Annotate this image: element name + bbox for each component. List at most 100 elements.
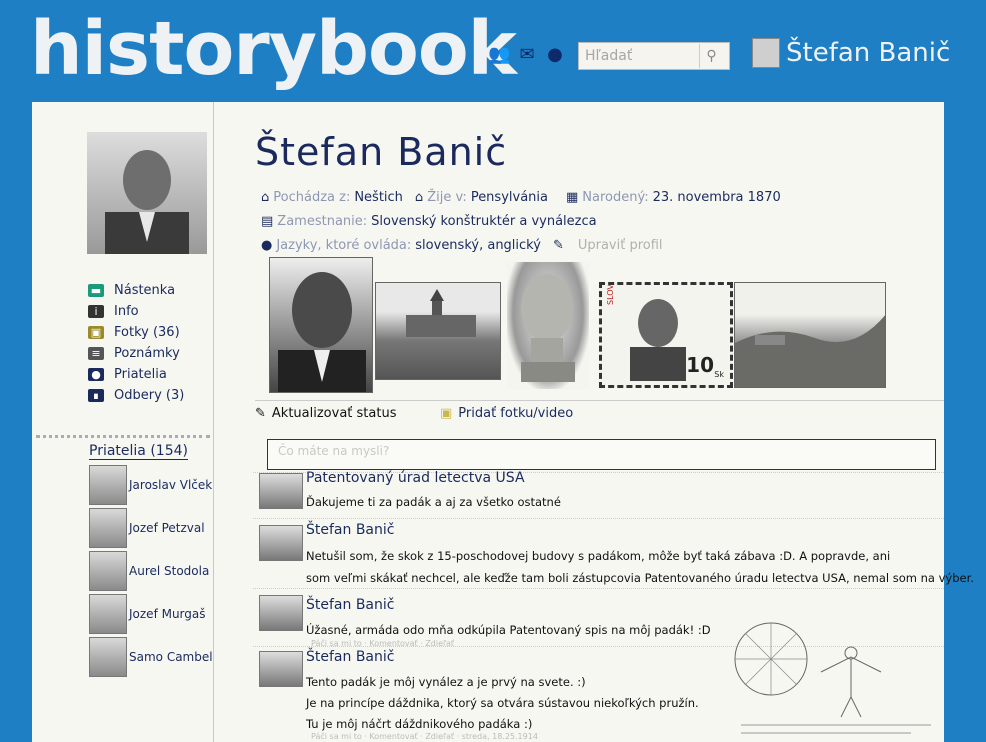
friends-title[interactable]: Priatelia (154) — [89, 443, 188, 460]
profile-page: ▬ Nástenka i Info ▣ Fotky (36) ≡ Poznámky ● P… — [32, 102, 974, 742]
sidebar-item-label: Fotky (36) — [114, 325, 180, 340]
update-status-label: Aktualizovať status — [271, 406, 397, 421]
post-author[interactable]: Štefan Banič — [306, 597, 394, 613]
header-user-name[interactable]: Štefan Banič — [786, 38, 950, 68]
post-avatar[interactable] — [259, 651, 303, 687]
sidebar-item-friends[interactable]: ● Priatelia — [88, 364, 184, 385]
friend-name[interactable]: Samo Cambel — [129, 650, 213, 664]
photo-castle[interactable] — [375, 282, 501, 380]
friend-item[interactable]: Samo Cambel — [89, 635, 213, 678]
stamp-unit: Sk — [714, 370, 724, 379]
lives-value[interactable]: Pensylvánia — [471, 190, 548, 205]
bust-image — [521, 274, 575, 382]
info-row-languages: ● Jazyky, ktoré ovláda: slovenský, angli… — [261, 238, 663, 253]
photo-stamp[interactable]: SLOVENSKO 10 Sk — [599, 282, 733, 388]
post-text: Úžasné, armáda odo mňa odkúpila Patentov… — [306, 623, 711, 637]
photo-landscape[interactable] — [734, 282, 886, 388]
friend-photo — [89, 464, 127, 505]
search-box: ⚲ — [578, 42, 730, 70]
friend-name[interactable]: Jozef Petzval — [129, 521, 205, 535]
sidebar: ▬ Nástenka i Info ▣ Fotky (36) ≡ Poznámky ● P… — [32, 102, 214, 742]
globe-icon: ● — [261, 238, 273, 253]
friends-icon[interactable]: 👥 — [488, 44, 510, 66]
photo-bust[interactable] — [507, 262, 589, 389]
post-author[interactable]: Štefan Banič — [306, 522, 394, 538]
header-icons: 👥 ✉ ● — [488, 44, 566, 66]
post: Štefan Banič Netušil som, že skok z 15-p… — [253, 518, 974, 588]
info-row-job: ▤ Zamestnanie: Slovenský konštruktér a v… — [261, 214, 597, 229]
edit-profile-link[interactable]: Upraviť profil — [578, 238, 663, 253]
sidebar-item-subscriptions[interactable]: ∎ Odbery (3) — [88, 385, 184, 406]
post-meta[interactable]: Páči sa mi to · Komentovať · Zdieľať · s… — [311, 732, 538, 741]
friend-name[interactable]: Aurel Stodola — [129, 564, 209, 578]
subscriptions-icon: ∎ — [88, 389, 104, 402]
home-icon: ⌂ — [261, 190, 270, 205]
wall-icon: ▬ — [88, 284, 104, 297]
job-value: Slovenský konštruktér a vynálezca — [371, 214, 597, 229]
from-value[interactable]: Neštich — [354, 190, 403, 205]
post-author[interactable]: Patentovaný úrad letectva USA — [306, 470, 525, 486]
photo-portrait[interactable] — [269, 257, 373, 393]
sidebar-item-label: Poznámky — [114, 346, 180, 361]
friend-photo — [89, 636, 127, 677]
friend-item[interactable]: Jozef Murgaš — [89, 592, 213, 635]
update-status-button[interactable]: ✎ Aktualizovať status — [255, 406, 396, 421]
profile-photo[interactable] — [87, 132, 207, 254]
post-avatar[interactable] — [259, 473, 303, 509]
search-icon[interactable]: ⚲ — [699, 44, 723, 68]
portrait-image — [278, 272, 366, 392]
header: historybook 👥 ✉ ● ⚲ Štefan Banič — [0, 0, 986, 104]
briefcase-icon: ▤ — [261, 214, 274, 229]
friend-photo — [89, 593, 127, 634]
born-label: Narodený: — [582, 190, 649, 205]
sidebar-item-nastenka[interactable]: ▬ Nástenka — [88, 280, 184, 301]
sidebar-item-notes[interactable]: ≡ Poznámky — [88, 343, 184, 364]
status-icon: ✎ — [255, 406, 266, 421]
search-input[interactable] — [579, 43, 699, 69]
photo-icon: ▣ — [440, 406, 453, 421]
post-avatar[interactable] — [259, 595, 303, 631]
friend-photo — [89, 507, 127, 548]
landscape-image — [735, 315, 885, 387]
logo[interactable]: historybook — [30, 4, 517, 94]
post-avatar[interactable] — [259, 525, 303, 561]
sidebar-item-label: Odbery (3) — [114, 388, 185, 403]
friend-name[interactable]: Jaroslav Vlček — [129, 478, 212, 492]
post-text: Ďakujeme ti za padák a aj za všetko osta… — [306, 495, 561, 509]
add-photo-button[interactable]: ▣ Pridať fotku/video — [440, 406, 573, 421]
sidebar-item-label: Priatelia — [114, 367, 167, 382]
lives-label: Žije v: — [427, 190, 467, 205]
stamp-value: 10 — [686, 353, 714, 377]
languages-label: Jazyky, ktoré ovláda: — [276, 238, 412, 253]
post-author[interactable]: Štefan Banič — [306, 649, 394, 665]
status-input[interactable]: Čo máte na mysli? — [267, 439, 936, 470]
sidebar-item-label: Nástenka — [114, 283, 176, 298]
post-text: Netušil som, že skok z 15-poschodovej bu… — [306, 549, 891, 563]
parachute-drawing — [734, 622, 931, 734]
divider — [36, 435, 210, 438]
header-user[interactable]: Štefan Banič — [752, 38, 950, 68]
parachute-sketch[interactable] — [731, 617, 944, 742]
calendar-icon: ▦ — [565, 190, 579, 205]
pencil-icon: ✎ — [552, 238, 564, 253]
friends-list: Jaroslav Vlček Jozef Petzval Aurel Stodo… — [89, 463, 213, 678]
avatar — [752, 38, 780, 68]
post-text: som veľmi skákať nechcel, ale keďže tam … — [306, 571, 974, 585]
castle-image — [406, 289, 476, 337]
add-photo-label: Pridať fotku/video — [458, 406, 574, 421]
photos-icon: ▣ — [88, 326, 104, 339]
sidebar-item-info[interactable]: i Info — [88, 301, 184, 322]
page-title: Štefan Banič — [255, 130, 508, 174]
sidebar-item-photos[interactable]: ▣ Fotky (36) — [88, 322, 184, 343]
friend-item[interactable]: Jaroslav Vlček — [89, 463, 213, 506]
messages-icon[interactable]: ✉ — [516, 44, 538, 66]
portrait-icon — [105, 150, 189, 254]
post-text: Je na princípe dáždnika, ktorý sa otvára… — [306, 696, 699, 710]
post: Patentovaný úrad letectva USA Ďakujeme t… — [253, 470, 944, 518]
friend-item[interactable]: Aurel Stodola — [89, 549, 213, 592]
info-row-origin: ⌂ Pochádza z: Neštich ⌂ Žije v: Pensylvá… — [261, 190, 781, 205]
friend-item[interactable]: Jozef Petzval — [89, 506, 213, 549]
notifications-icon[interactable]: ● — [544, 44, 566, 66]
friend-name[interactable]: Jozef Murgaš — [129, 607, 206, 621]
action-bar: ✎ Aktualizovať status ▣ Pridať fotku/vid… — [255, 400, 944, 430]
